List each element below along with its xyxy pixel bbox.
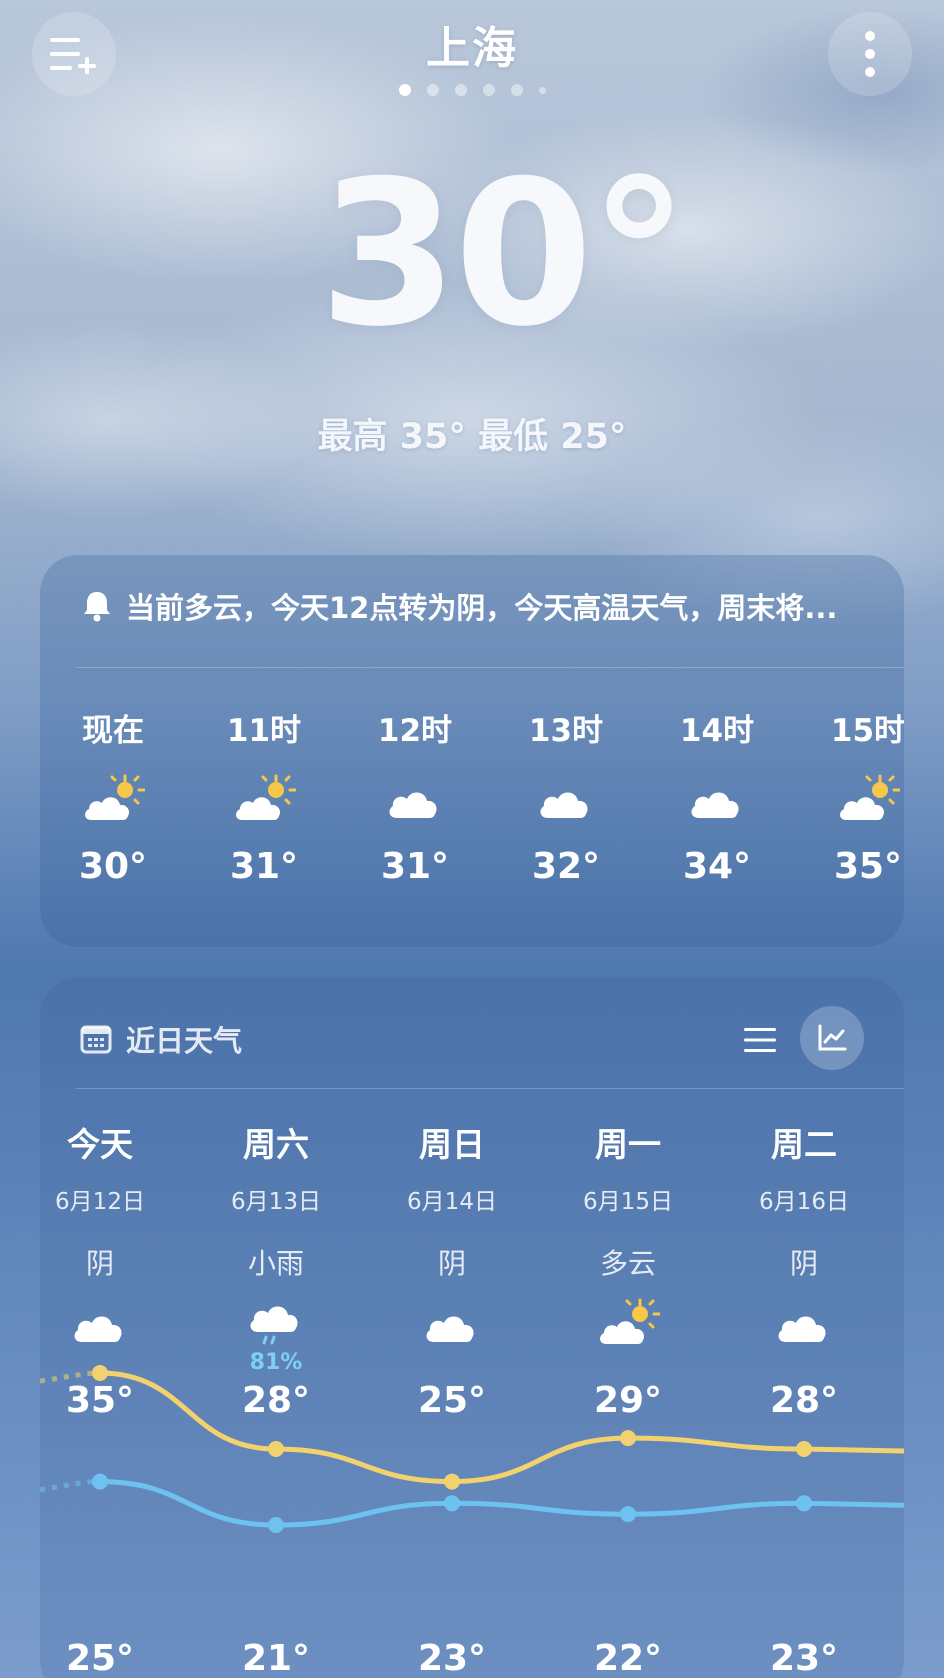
hourly-forecast-card[interactable]: 当前多云，今天12点转为阴，今天高温天气，周末将... 现在 30° 11时 31° 1… (40, 555, 904, 947)
low-temp-point (444, 1495, 460, 1512)
bell-icon (84, 592, 110, 622)
alert-text: 当前多云，今天12点转为阴，今天高温天气，周末将... (126, 591, 838, 625)
hour-label: 现在 (82, 713, 144, 749)
hour-temp: 31° (380, 846, 450, 887)
high-temp-point (796, 1441, 812, 1457)
partly-cloudy-icon (840, 774, 900, 820)
cloudy-icon (691, 792, 739, 818)
hour-label: 14时 (679, 713, 755, 749)
high-low-summary: 最高 35° 最低 25° (317, 417, 627, 457)
city-name: 上海 (426, 23, 518, 74)
low-temp-point (796, 1495, 812, 1512)
weather-alert[interactable]: 当前多云，今天12点转为阴，今天高温天气，周末将... (80, 585, 874, 627)
daily-forecast-card[interactable]: 近日天气 今天 6月12日阴 35° 25° 周六 6月13日 小雨 81% 28° 21° 周日 6… (40, 978, 904, 1678)
hourly-item: 13时 32° (501, 705, 631, 887)
hour-label: 15时 (830, 713, 904, 749)
high-temp-lead-in (40, 1370, 101, 1384)
low-temp-point (268, 1517, 284, 1533)
hourly-item: 14时 34° (652, 705, 782, 887)
low-temp-line (97, 1479, 904, 1528)
hourly-item: 12时 31° (350, 705, 480, 887)
hour-label: 13时 (528, 713, 604, 749)
current-temperature: 30° (318, 138, 689, 371)
city-page-indicator (0, 84, 944, 96)
hour-temp: 35° (833, 846, 903, 887)
hour-label: 12时 (377, 713, 453, 749)
high-temp-point (620, 1430, 636, 1447)
hourly-item: 11时 31° (199, 705, 329, 887)
hour-temp: 30° (78, 846, 148, 887)
more-menu-button[interactable] (828, 12, 912, 96)
high-temp-point (268, 1441, 284, 1457)
cloudy-icon (540, 792, 588, 818)
high-temp-point (444, 1473, 460, 1490)
more-vertical-icon (865, 31, 875, 77)
high-temp-line (97, 1370, 904, 1485)
cloudy-icon (389, 792, 437, 818)
hour-label: 11时 (226, 713, 302, 749)
low-temp-lead-in (40, 1479, 101, 1493)
hourly-item: 现在 30° (48, 705, 178, 887)
partly-cloudy-icon (236, 774, 296, 820)
partly-cloudy-icon (85, 774, 145, 820)
hourly-divider (76, 667, 904, 668)
hourly-item: 15时 35° (803, 705, 904, 887)
hour-temp: 34° (682, 846, 752, 887)
low-temp-point (92, 1473, 108, 1490)
hour-temp: 31° (229, 846, 299, 887)
temperature-trend-chart (40, 1365, 904, 1533)
hour-temp: 32° (531, 846, 601, 887)
high-temp-point (92, 1365, 108, 1381)
low-temp-point (620, 1506, 636, 1523)
